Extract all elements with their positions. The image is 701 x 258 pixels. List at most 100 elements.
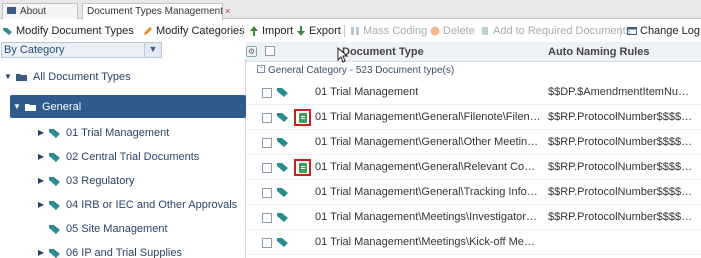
modify-categories-label: Modify Categories — [156, 25, 245, 37]
document-type-cell: 01 Trial Management — [315, 86, 419, 98]
tag-icon — [277, 238, 288, 247]
tree-item-label: General — [42, 100, 82, 113]
export-button[interactable]: Export — [296, 21, 341, 41]
table-row[interactable]: 01 Trial Management\General\Tracking Inf… — [246, 180, 701, 205]
arrow-down-icon — [297, 26, 305, 36]
clipboard-icon — [482, 27, 488, 35]
add-to-required-label: Add to Required Documents — [493, 25, 632, 37]
tree-item-03-regulatory[interactable]: ▶ 03 Regulatory — [0, 169, 246, 192]
auto-naming-rule-cell: $$DP.$AmendmentItemNumber... — [548, 86, 698, 98]
row-checkbox[interactable] — [262, 113, 272, 123]
table-row[interactable]: 01 Trial Management\General\Other Meetin… — [246, 130, 701, 155]
import-button[interactable]: Import — [249, 21, 293, 41]
document-type-cell: 01 Trial Management\General\Relevant Com… — [315, 161, 541, 173]
export-label: Export — [309, 25, 341, 37]
close-tab-icon[interactable]: × — [225, 6, 230, 16]
tree-item-01-trial-management[interactable]: ▶ 01 Trial Management — [0, 121, 246, 144]
tree-item-label: 03 Regulatory — [66, 174, 135, 187]
auto-naming-rule-cell: $$RP.ProtocolNumber$$$$DT... — [548, 136, 698, 148]
required-document-icon — [294, 109, 311, 126]
tab-strip: About Document Types Management × — [0, 0, 701, 20]
folder-open-icon — [25, 103, 36, 111]
row-checkbox[interactable] — [262, 138, 272, 148]
select-all-checkbox[interactable] — [265, 46, 275, 56]
import-label: Import — [262, 25, 294, 37]
chevron-down-icon[interactable]: ▼ — [144, 42, 162, 58]
tree-item-all-document-types[interactable]: ▼ All Document Types — [0, 65, 246, 88]
collapse-group-icon[interactable]: − — [257, 65, 265, 74]
mass-coding-button[interactable]: Mass Coding — [350, 21, 427, 41]
change-log-label: Change Log — [640, 25, 700, 37]
modify-document-types-button[interactable]: Modify Document Types — [3, 21, 134, 41]
modify-categories-button[interactable]: Modify Categories — [143, 21, 245, 41]
tab-document-types-management[interactable]: Document Types Management × — [82, 3, 230, 20]
table-row[interactable]: 01 Trial Management\General\Relevant Com… — [246, 155, 701, 180]
tree-item-label: All Document Types — [33, 70, 131, 83]
expand-arrow-icon[interactable]: ▶ — [36, 128, 46, 137]
group-row-general-category[interactable]: − General Category - 523 Document type(s) — [257, 62, 701, 80]
collapse-arrow-icon[interactable]: ▼ — [3, 72, 13, 81]
document-type-cell: 01 Trial Management\General\Filenote\Fil… — [315, 111, 541, 123]
tree-item-02-central-trial-documents[interactable]: ▶ 02 Central Trial Documents — [0, 145, 246, 168]
toolbar-divider — [620, 25, 621, 37]
tree-item-label: 04 IRB or IEC and Other Approvals — [66, 198, 238, 211]
table-row[interactable]: 01 Trial Management\Meetings\Kick-off Me… — [246, 230, 701, 255]
table-row[interactable]: 01 Trial Management\General\Filenote\Fil… — [246, 105, 701, 130]
expand-arrow-icon[interactable]: ▶ — [36, 248, 46, 257]
tree-item-label: 02 Central Trial Documents — [66, 150, 200, 163]
toolbar-divider — [242, 25, 243, 37]
tree-item-label: 01 Trial Management — [66, 126, 170, 139]
category-filter-value: By Category — [4, 44, 65, 56]
modify-document-types-label: Modify Document Types — [16, 25, 134, 37]
tree-item-04-irb-or-iec[interactable]: ▶ 04 IRB or IEC and Other Approvals — [0, 193, 246, 216]
tag-icon — [277, 88, 288, 97]
document-type-cell: 01 Trial Management\Meetings\Investigato… — [315, 211, 541, 223]
tag-icon — [277, 188, 288, 197]
tag-icon — [49, 248, 60, 258]
collapse-arrow-icon[interactable]: ▼ — [12, 102, 22, 111]
mass-coding-label: Mass Coding — [363, 25, 428, 37]
auto-naming-rule-cell: $$RP.ProtocolNumber$$$$DT... — [548, 111, 698, 123]
column-header-document-type[interactable]: Document Type — [342, 42, 424, 62]
add-to-required-documents-button[interactable]: Add to Required Documents — [480, 21, 631, 41]
category-filter-select[interactable]: By Category — [1, 42, 162, 58]
group-label: General Category - 523 Document type(s) — [268, 65, 455, 76]
tag-icon — [49, 200, 60, 210]
auto-naming-rule-cell: $$RP.ProtocolNumber$$$$DT... — [548, 161, 698, 173]
folder-open-icon — [16, 73, 27, 81]
delete-button[interactable]: Delete — [430, 21, 475, 41]
category-tree: ▼ All Document Types ▼ General ▶ 01 Tria… — [0, 59, 246, 258]
document-type-cell: 01 Trial Management\General\Other Meetin… — [315, 136, 541, 148]
tree-item-general[interactable]: ▼ General — [10, 95, 246, 118]
document-type-cell: 01 Trial Management\General\Tracking Inf… — [315, 186, 541, 198]
row-checkbox[interactable] — [262, 213, 272, 223]
tree-item-label: 05 Site Management — [66, 222, 168, 235]
expand-arrow-icon[interactable]: ▶ — [36, 176, 46, 185]
tab-document-types-label: Document Types Management — [87, 6, 224, 17]
expand-arrow-icon[interactable]: ▶ — [36, 200, 46, 209]
column-settings-icon[interactable]: ⚙ — [246, 46, 257, 57]
table-row[interactable]: 01 Trial Management $$DP.$AmendmentItemN… — [246, 80, 701, 105]
tree-item-label: 06 IP and Trial Supplies — [66, 246, 182, 258]
log-window-icon — [627, 27, 637, 35]
delete-label: Delete — [443, 25, 475, 37]
row-checkbox[interactable] — [262, 238, 272, 248]
change-log-button[interactable]: Change Log — [627, 21, 700, 41]
tree-item-06-ip-and-trial-supplies[interactable]: ▶ 06 IP and Trial Supplies — [0, 241, 246, 258]
row-checkbox[interactable] — [262, 88, 272, 98]
tag-icon — [3, 28, 12, 35]
column-header-auto-naming-rules[interactable]: Auto Naming Rules — [548, 42, 649, 62]
tag-icon — [277, 138, 288, 147]
mouse-cursor-icon — [337, 47, 349, 63]
row-checkbox[interactable] — [262, 163, 272, 173]
pencil-icon — [144, 27, 152, 35]
auto-naming-rule-cell: $$RP.ProtocolNumber$$$$LIP... — [548, 186, 698, 198]
tree-item-05-site-management[interactable]: 05 Site Management — [0, 217, 246, 240]
tag-icon — [277, 113, 288, 122]
table-row[interactable]: 01 Trial Management\Meetings\Investigato… — [246, 205, 701, 230]
expand-arrow-icon[interactable]: ▶ — [36, 152, 46, 161]
row-checkbox[interactable] — [262, 188, 272, 198]
tab-about[interactable]: About — [2, 3, 78, 19]
tag-icon — [49, 176, 60, 186]
required-document-icon — [294, 159, 311, 176]
